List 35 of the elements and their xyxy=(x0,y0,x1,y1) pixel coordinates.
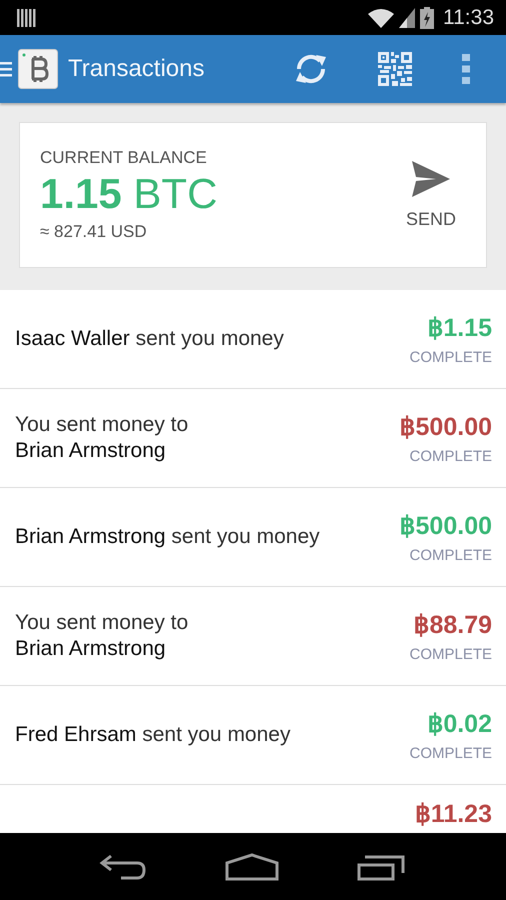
balance-label: CURRENT BALANCE xyxy=(40,148,208,168)
transaction-description: Isaac Waller sent you money xyxy=(15,326,284,352)
bitcoin-logo-icon[interactable] xyxy=(18,49,58,89)
balance-amount: 1.15 BTC xyxy=(40,170,218,218)
wifi-icon xyxy=(368,8,394,28)
notification-icon xyxy=(16,8,36,26)
fiat-value: ≈ 827.41 USD xyxy=(40,222,148,242)
transaction-amount: ฿500.00 xyxy=(400,510,492,540)
transaction-amount: ฿0.02 xyxy=(427,708,492,738)
signal-icon xyxy=(399,8,415,28)
transaction-status: COMPLETE xyxy=(409,348,492,366)
send-icon xyxy=(412,160,450,196)
qr-code-icon[interactable] xyxy=(378,52,412,86)
transaction-amount: ฿88.79 xyxy=(413,610,492,640)
transaction-status: COMPLETE xyxy=(409,546,492,564)
screen-title: Transactions xyxy=(68,55,204,83)
transaction-status: COMPLETE xyxy=(409,448,492,464)
back-icon[interactable] xyxy=(99,852,147,880)
home-icon[interactable] xyxy=(225,852,279,880)
transaction-description: You sent money to Brian Armstrong xyxy=(15,412,188,464)
transaction-amount: ฿500.00 xyxy=(400,412,492,442)
clock-time: 11:33 xyxy=(443,6,494,30)
transaction-status: COMPLETE xyxy=(409,646,492,662)
overflow-menu-icon[interactable] xyxy=(462,54,470,84)
battery-icon xyxy=(420,6,434,28)
send-button[interactable]: SEND xyxy=(406,160,456,230)
transaction-amount: ฿11.23 xyxy=(414,799,492,829)
transaction-description: Fred Ehrsam sent you money xyxy=(15,722,290,748)
transaction-description: Brian Armstrong sent you money xyxy=(15,524,320,550)
menu-icon[interactable] xyxy=(0,61,12,77)
transaction-amount: ฿1.15 xyxy=(427,312,492,342)
transaction-status: COMPLETE xyxy=(409,744,492,762)
recent-apps-icon[interactable] xyxy=(357,852,407,880)
refresh-icon[interactable] xyxy=(294,52,328,86)
transaction-description: You sent money to Brian Armstrong xyxy=(15,610,188,662)
